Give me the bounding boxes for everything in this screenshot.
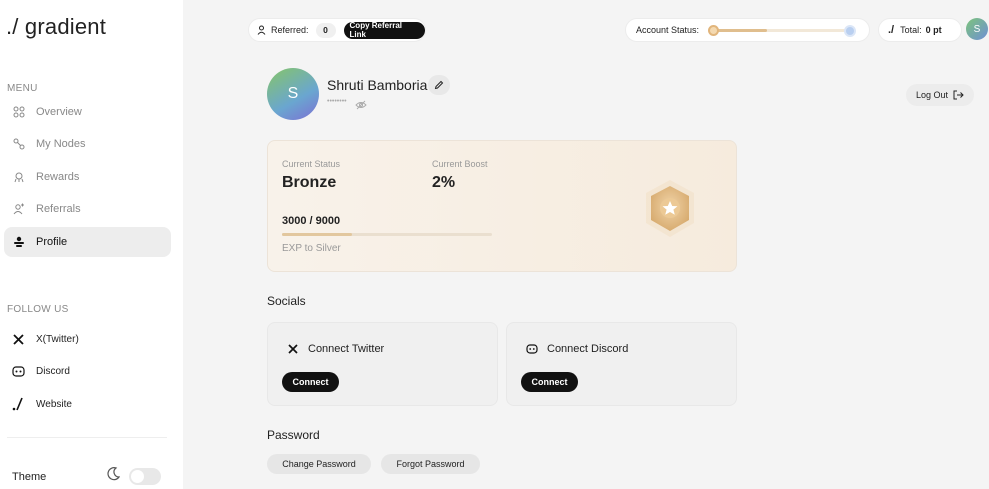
sidebar: ./ gradient MENU Overview My Nodes Rewar… — [0, 0, 183, 489]
silver-level-icon — [844, 25, 856, 37]
sidebar-social-discord[interactable]: Discord — [4, 359, 171, 383]
socials-section-title: Socials — [267, 294, 306, 308]
profile-name: Shruti Bamboria — [327, 77, 428, 93]
connect-twitter-button[interactable]: Connect — [282, 372, 339, 392]
referral-user-icon — [257, 25, 266, 35]
discord-icon — [10, 363, 26, 379]
referred-label: Referred: — [271, 25, 309, 35]
follow-section-label: FOLLOW US — [7, 304, 69, 315]
logout-label: Log Out — [915, 90, 949, 100]
topbar: Referred: 0 Copy Referral Link Account S… — [183, 0, 989, 60]
x-icon — [286, 344, 300, 354]
copy-referral-link-button[interactable]: Copy Referral Link — [343, 21, 425, 39]
sidebar-social-label: X(Twitter) — [36, 333, 79, 345]
twitter-card-label: Connect Twitter — [308, 343, 385, 355]
discord-card-title: Connect Discord — [525, 343, 628, 355]
status-card: Current Status Bronze Current Boost 2% 3… — [267, 140, 737, 272]
current-status-value: Bronze — [282, 174, 337, 191]
gradient-logo-icon — [10, 396, 26, 412]
sidebar-item-label: My Nodes — [36, 138, 86, 150]
discord-icon — [525, 344, 539, 354]
logout-button[interactable]: Log Out — [906, 84, 974, 106]
sidebar-social-twitter[interactable]: X(Twitter) — [4, 327, 171, 351]
pencil-icon — [434, 80, 444, 90]
masked-email: •••••••• — [327, 98, 347, 105]
main-content: Referred: 0 Copy Referral Link Account S… — [183, 0, 989, 489]
account-status-progress — [710, 29, 852, 32]
exp-progress-bar — [282, 233, 492, 236]
password-section-title: Password — [267, 428, 320, 442]
sidebar-social-website[interactable]: Website — [4, 392, 171, 416]
current-status-label: Current Status — [282, 159, 341, 169]
sidebar-item-referrals[interactable]: Referrals — [4, 194, 171, 224]
change-password-button[interactable]: Change Password — [267, 454, 371, 474]
profile-icon — [12, 235, 26, 249]
sidebar-item-rewards[interactable]: Rewards — [4, 162, 171, 192]
user-avatar-small[interactable]: S — [966, 18, 988, 40]
referred-count: 0 — [315, 22, 336, 38]
theme-row: Theme — [12, 466, 164, 488]
twitter-connect-card: Connect Twitter Connect — [267, 322, 498, 406]
x-icon — [10, 331, 26, 347]
total-points-pill: ./ Total: 0 pt — [878, 18, 962, 42]
brand-logo[interactable]: ./ gradient — [6, 14, 106, 40]
sidebar-item-label: Overview — [36, 106, 82, 118]
sidebar-item-label: Rewards — [36, 171, 80, 183]
theme-toggle[interactable] — [129, 468, 161, 485]
rewards-icon — [12, 170, 26, 184]
grid-icon — [12, 105, 26, 119]
sidebar-social-label: Website — [36, 398, 72, 410]
sidebar-item-profile[interactable]: Profile — [4, 227, 171, 257]
exp-next-label: EXP to Silver — [282, 243, 341, 254]
current-boost-label: Current Boost — [432, 159, 488, 169]
logout-icon — [948, 90, 964, 100]
theme-label: Theme — [12, 471, 47, 483]
forgot-password-button[interactable]: Forgot Password — [381, 454, 480, 474]
exp-progress-text: 3000 / 9000 — [282, 215, 341, 227]
total-label: Total: — [900, 25, 922, 35]
exp-progress-fill — [282, 233, 352, 236]
sidebar-item-my-nodes[interactable]: My Nodes — [4, 129, 171, 159]
connect-discord-button[interactable]: Connect — [521, 372, 578, 392]
sidebar-item-label: Profile — [36, 236, 68, 248]
eye-off-icon[interactable] — [355, 97, 367, 115]
sidebar-item-overview[interactable]: Overview — [4, 97, 171, 127]
sidebar-item-label: Referrals — [36, 203, 81, 215]
account-status-label: Account Status: — [636, 25, 700, 35]
total-value: 0 pt — [925, 25, 942, 35]
toggle-knob — [131, 470, 144, 483]
nodes-icon — [12, 137, 26, 151]
moon-icon — [107, 467, 121, 484]
current-boost-value: 2% — [432, 174, 456, 191]
discord-connect-card: Connect Discord Connect — [506, 322, 737, 406]
menu-section-label: MENU — [7, 83, 38, 94]
sidebar-divider — [7, 437, 167, 438]
account-status-pill: Account Status: — [625, 18, 870, 42]
gradient-logo-icon: ./ — [888, 24, 895, 36]
discord-card-label: Connect Discord — [547, 343, 629, 355]
referral-pill: Referred: 0 Copy Referral Link — [248, 18, 426, 42]
profile-avatar: S — [267, 68, 319, 120]
referrals-icon — [12, 202, 26, 216]
sidebar-social-label: Discord — [36, 365, 70, 377]
twitter-card-title: Connect Twitter — [286, 343, 384, 355]
edit-name-button[interactable] — [428, 75, 450, 95]
bronze-medal-icon — [638, 177, 702, 246]
bronze-level-icon — [708, 25, 719, 36]
